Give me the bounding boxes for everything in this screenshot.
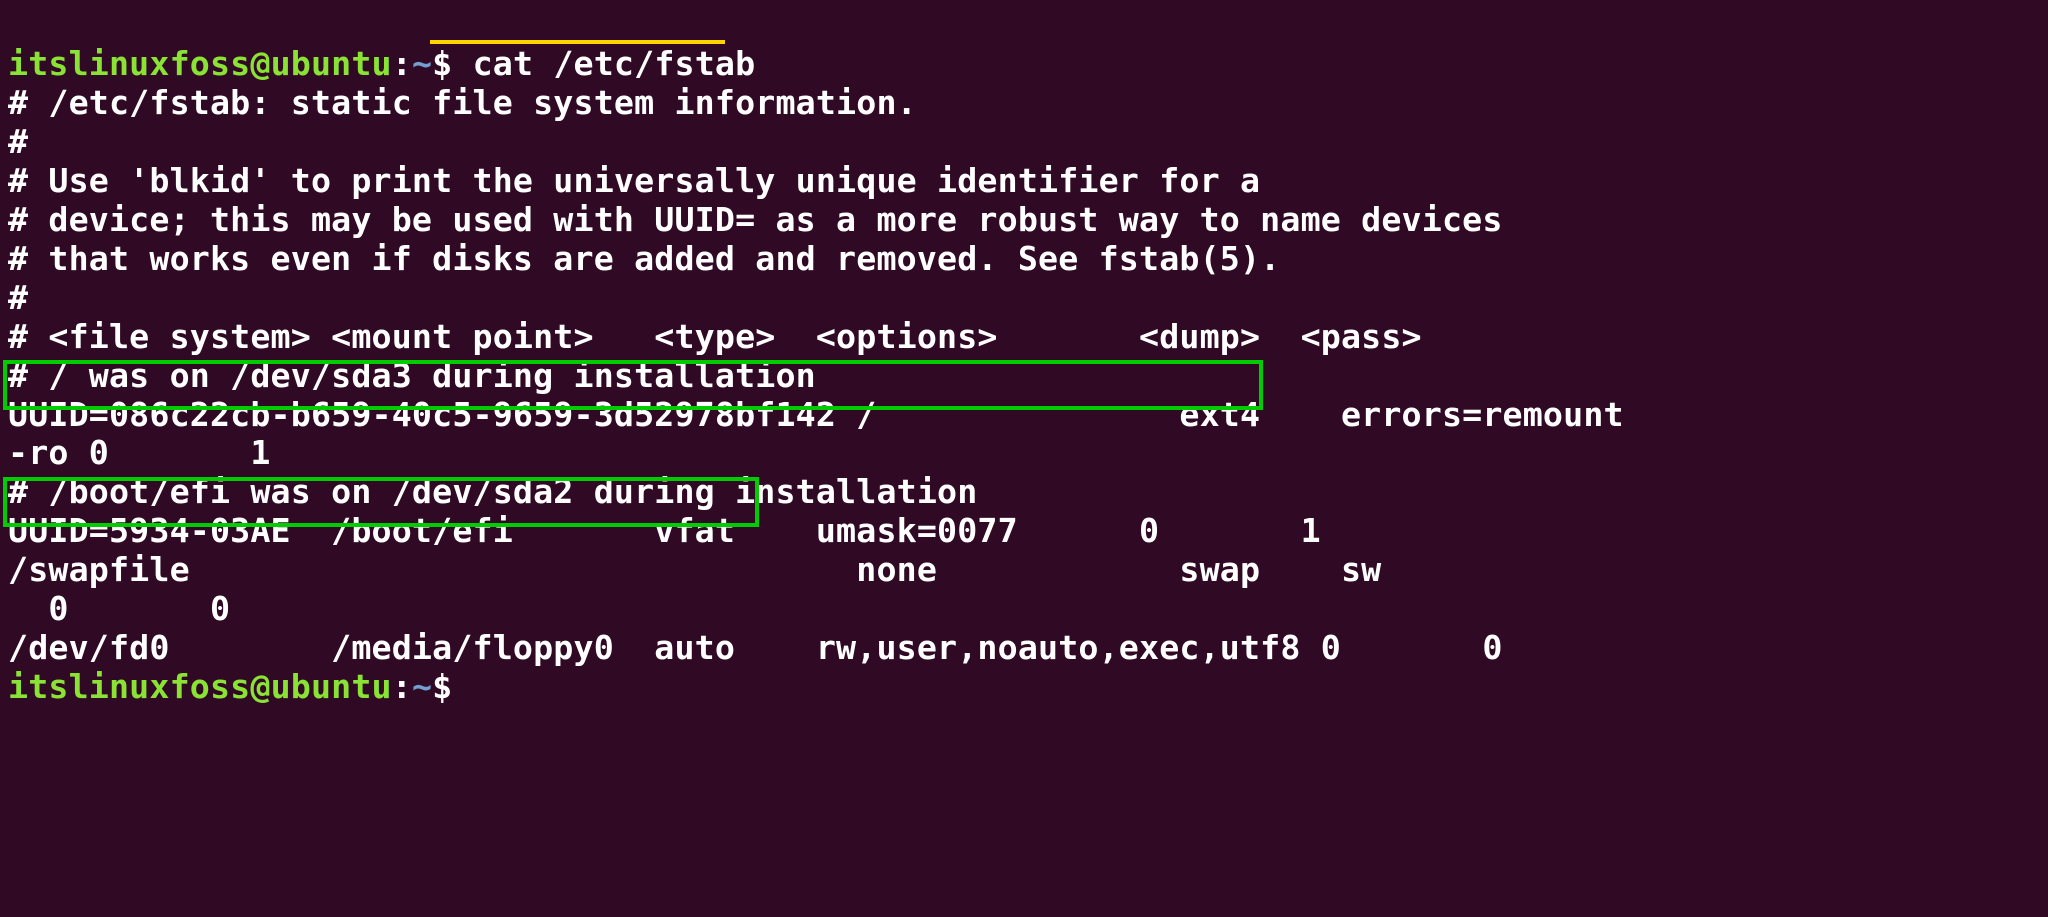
output-line: # <file system> <mount point> <type> <op… — [8, 317, 1422, 356]
prompt-user: itslinuxfoss — [8, 667, 250, 706]
fstab-root-highlighted: UUID=086c22cb-b659-40c5-9659-3d52978bf14… — [8, 395, 1260, 434]
output-line: # that works even if disks are added and… — [8, 239, 1280, 278]
prompt-host: ubuntu — [271, 44, 392, 83]
output-line: UUID=5934-03AE /boot/efi vfat umask=0077… — [8, 511, 1321, 550]
prompt-dollar: $ — [432, 667, 472, 706]
output-line: UUID=086c22cb-b659-40c5-9659-3d52978bf14… — [8, 395, 1624, 434]
prompt-colon: : — [392, 44, 412, 83]
output-line: # /boot/efi was on /dev/sda2 during inst… — [8, 472, 977, 511]
fstab-efi-tail: umask=0077 0 1 — [735, 511, 1321, 550]
output-line: # — [8, 278, 28, 317]
fstab-efi-highlighted: UUID=5934-03AE /boot/efi vfat — [8, 511, 735, 550]
output-line: /swapfile none swap sw — [8, 550, 1462, 589]
prompt-path: ~ — [412, 667, 432, 706]
terminal-window[interactable]: itslinuxfoss@ubuntu:~$ cat /etc/fstab # … — [0, 0, 2048, 707]
command-text: cat /etc/fstab — [473, 44, 756, 83]
prompt-at: @ — [250, 667, 270, 706]
prompt-at: @ — [250, 44, 270, 83]
prompt-line-2: itslinuxfoss@ubuntu:~$ — [8, 667, 473, 706]
prompt-host: ubuntu — [271, 667, 392, 706]
output-line: # Use 'blkid' to print the universally u… — [8, 161, 1260, 200]
output-line: 0 0 — [8, 589, 230, 628]
output-line: # /etc/fstab: static file system informa… — [8, 83, 917, 122]
output-line: /dev/fd0 /media/floppy0 auto rw,user,noa… — [8, 628, 1503, 667]
prompt-line-1: itslinuxfoss@ubuntu:~$ cat /etc/fstab — [8, 44, 755, 83]
output-line: # device; this may be used with UUID= as… — [8, 200, 1503, 239]
prompt-user: itslinuxfoss — [8, 44, 250, 83]
output-line: # — [8, 122, 28, 161]
prompt-path: ~ — [412, 44, 432, 83]
output-line: -ro 0 1 — [8, 433, 271, 472]
prompt-dollar: $ — [432, 44, 472, 83]
output-line: # / was on /dev/sda3 during installation — [8, 356, 816, 395]
prompt-colon: : — [392, 667, 412, 706]
fstab-root-tail: errors=remount — [1260, 395, 1624, 434]
